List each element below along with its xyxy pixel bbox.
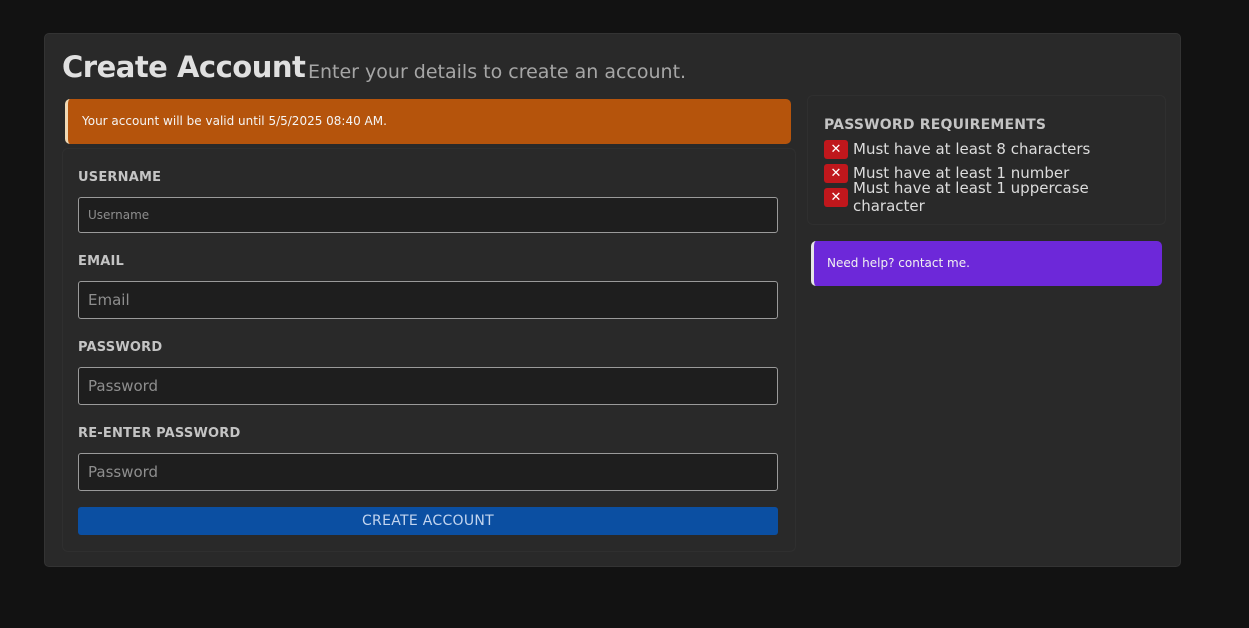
account-validity-notice: Your account will be valid until 5/5/202…: [65, 99, 791, 144]
x-icon: ✕: [824, 163, 848, 183]
reenter-password-label: RE-ENTER PASSWORD: [78, 426, 241, 441]
requirement-text: Must have at least 1 uppercase character: [852, 179, 1089, 215]
username-label: USERNAME: [78, 170, 162, 185]
help-contact-banner[interactable]: Need help? contact me.: [811, 241, 1162, 286]
username-input[interactable]: [78, 197, 778, 233]
requirements-title: PASSWORD REQUIREMENTS: [824, 117, 1047, 133]
x-icon: ✕: [824, 139, 848, 159]
x-icon: ✕: [824, 187, 848, 207]
page-title: Create Account: [62, 50, 306, 84]
requirement-item: ✕ Must have at least 1 uppercase charact…: [824, 179, 1165, 215]
password-requirements-card: PASSWORD REQUIREMENTS ✕ Must have at lea…: [807, 95, 1166, 225]
password-label: PASSWORD: [78, 340, 163, 355]
requirement-item: ✕ Must have at least 8 characters: [824, 139, 1090, 159]
email-input[interactable]: [78, 281, 778, 319]
email-label: EMAIL: [78, 254, 124, 269]
create-account-button[interactable]: CREATE ACCOUNT: [78, 507, 778, 535]
create-account-panel: Create Account Enter your details to cre…: [44, 33, 1181, 567]
password-input[interactable]: [78, 367, 778, 405]
requirement-text: Must have at least 8 characters: [853, 140, 1091, 158]
reenter-password-input[interactable]: [78, 453, 778, 491]
page-subtitle: Enter your details to create an account.: [308, 61, 687, 83]
